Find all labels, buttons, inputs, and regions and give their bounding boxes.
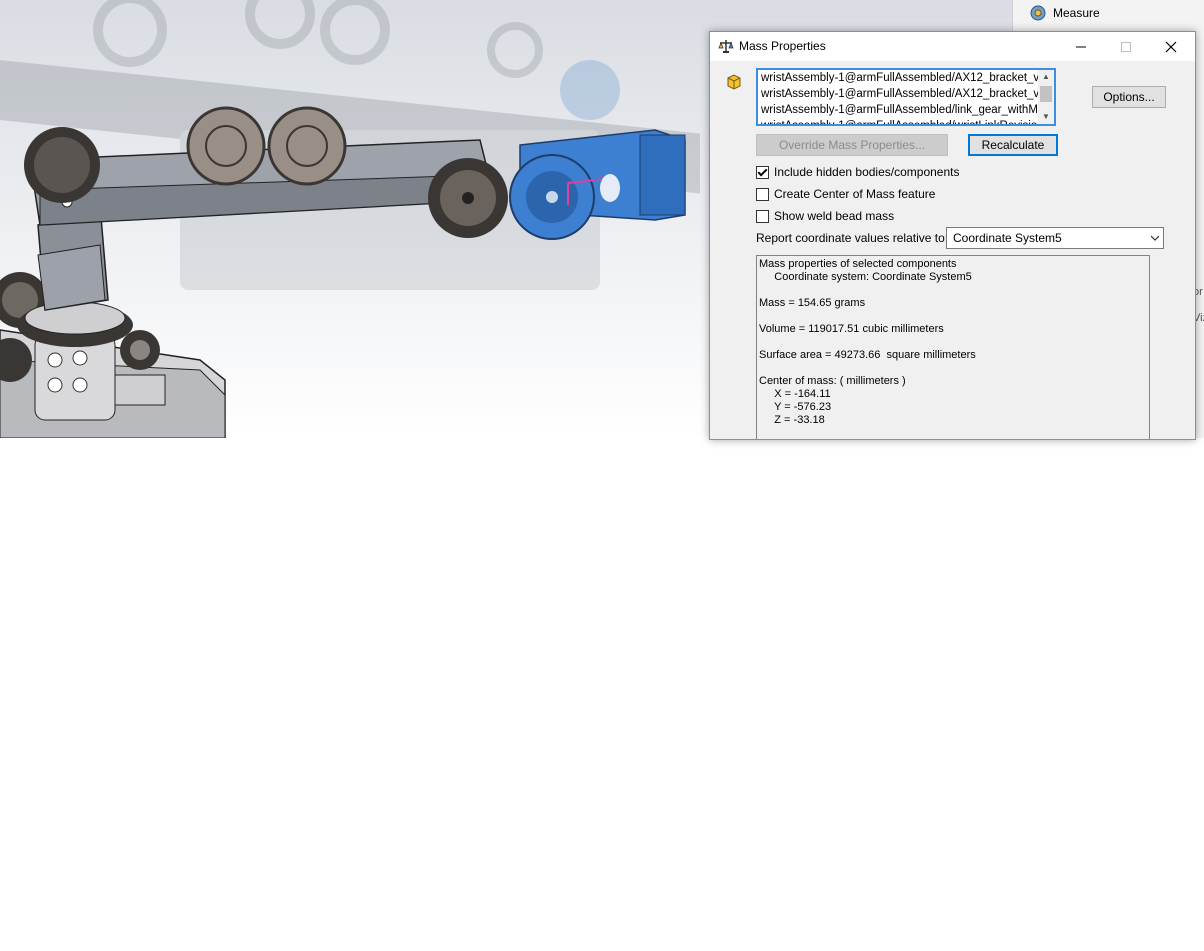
selected-components-list[interactable]: wristAssembly-1@armFullAssembled/AX12_br… <box>756 68 1056 126</box>
coordinate-system-value: Coordinate System5 <box>953 231 1062 245</box>
results-com-y: Y = -576.23 <box>759 401 832 413</box>
results-com-z: Z = -33.18 <box>759 414 825 426</box>
measure-icon <box>1030 5 1046 21</box>
svg-text:X: X <box>596 174 602 184</box>
results-header: Mass properties of selected components <box>759 258 957 270</box>
results-mass: Mass = 154.65 grams <box>759 297 866 309</box>
chevron-down-icon <box>1151 235 1159 241</box>
minimize-icon <box>1075 46 1086 47</box>
options-button[interactable]: Options... <box>1092 86 1166 108</box>
close-icon <box>1165 41 1176 52</box>
mass-properties-icon <box>718 40 734 53</box>
results-surface-area: Surface area = 49273.66 square millimete… <box>759 349 976 361</box>
scroll-up-icon[interactable]: ▲ <box>1038 70 1054 84</box>
scroll-down-icon[interactable]: ▼ <box>1038 110 1054 124</box>
dialog-title: Mass Properties <box>739 39 826 53</box>
results-volume: Volume = 119017.51 cubic millimeters <box>759 323 944 335</box>
maximize-button[interactable] <box>1103 32 1148 61</box>
results-coord-system: Coordinate system: Coordinate System5 <box>759 271 972 283</box>
create-com-label: Create Center of Mass feature <box>774 187 936 201</box>
mass-properties-dialog: Mass Properties wristAssembly-1@armFullA… <box>709 31 1196 440</box>
close-button[interactable] <box>1148 32 1193 61</box>
weld-bead-label: Show weld bead mass <box>774 209 895 223</box>
coordinate-system-select[interactable]: Coordinate System5 <box>946 227 1164 249</box>
list-item[interactable]: wristAssembly-1@armFullAssembled/wristLi… <box>758 118 1039 124</box>
create-com-checkbox-row[interactable]: Create Center of Mass feature <box>756 186 935 202</box>
scroll-thumb[interactable] <box>1040 86 1052 102</box>
weld-bead-checkbox[interactable] <box>756 209 769 223</box>
list-item[interactable]: wristAssembly-1@armFullAssembled/AX12_br… <box>758 70 1039 86</box>
minimize-button[interactable] <box>1058 32 1103 61</box>
list-item[interactable]: wristAssembly-1@armFullAssembled/link_ge… <box>758 102 1039 118</box>
override-mass-properties-button[interactable]: Override Mass Properties... <box>756 134 948 156</box>
selection-component-icon <box>727 74 741 90</box>
weld-bead-checkbox-row[interactable]: Show weld bead mass <box>756 208 894 224</box>
include-hidden-label: Include hidden bodies/components <box>774 165 960 179</box>
coordinate-system-label: Report coordinate values relative to: <box>756 231 949 245</box>
results-com-x: X = -164.11 <box>759 388 831 400</box>
include-hidden-checkbox-row[interactable]: Include hidden bodies/components <box>756 164 959 180</box>
measure-label: Measure <box>1053 6 1100 20</box>
dialog-titlebar[interactable]: Mass Properties <box>710 32 1195 61</box>
maximize-icon <box>1120 41 1131 52</box>
include-hidden-checkbox[interactable] <box>756 165 769 179</box>
recalculate-button[interactable]: Recalculate <box>968 134 1058 156</box>
list-scrollbar[interactable]: ▲ ▼ <box>1038 70 1054 124</box>
list-item[interactable]: wristAssembly-1@armFullAssembled/AX12_br… <box>758 86 1039 102</box>
results-text-box[interactable]: Mass properties of selected components C… <box>756 255 1150 439</box>
results-com-title: Center of mass: ( millimeters ) <box>759 375 906 387</box>
create-com-checkbox[interactable] <box>756 187 769 201</box>
measure-tool-item[interactable]: Measure <box>1029 3 1100 23</box>
